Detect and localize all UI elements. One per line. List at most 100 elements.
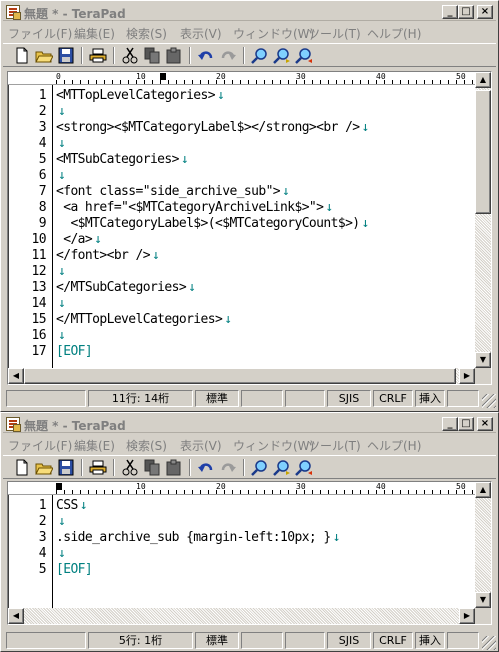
line-content: </MTSubCategories> [56,280,187,295]
find-icon[interactable] [251,459,269,476]
undo-icon[interactable] [197,47,215,64]
new-file-icon[interactable] [13,47,31,64]
terapad-app-icon[interactable] [6,417,21,432]
print-icon[interactable] [89,47,107,64]
newline-mark-icon: ↓ [58,168,66,183]
maximize-button[interactable]: □ [458,417,474,431]
scroll-down-icon[interactable]: ▼ [475,352,491,368]
menu-window[interactable]: ウィンドウ(W) [233,437,314,454]
scroll-left-icon[interactable]: ◀ [8,368,24,384]
scroll-up-icon[interactable]: ▲ [475,72,491,88]
line-text[interactable]: [EOF] [56,562,93,577]
line-text[interactable]: ↓ [56,136,66,151]
undo-icon[interactable] [197,459,215,476]
maximize-button[interactable]: □ [458,5,474,19]
menu-tools[interactable]: ツール(T) [308,25,361,42]
find-previous-icon[interactable] [295,47,313,64]
menu-search[interactable]: 検索(S) [126,437,167,454]
menu-help[interactable]: ヘルプ(H) [367,25,421,42]
title-bar[interactable]: 無題 * - TeraPad _ □ × [3,415,496,433]
find-next-icon[interactable] [273,47,291,64]
menu-edit[interactable]: 編集(E) [74,25,115,42]
save-icon[interactable] [57,459,75,476]
print-icon[interactable] [89,459,107,476]
vertical-scrollbar[interactable]: ▲ ▼ [475,72,491,368]
line-text[interactable]: ↓ [56,104,66,119]
resize-grip-icon[interactable] [482,636,496,650]
horizontal-scrollbar[interactable]: ◀ ▶ [8,368,475,384]
status-insert-mode: 挿入 [415,632,445,649]
save-icon[interactable] [57,47,75,64]
line-number: 2 [38,104,47,119]
scroll-right-icon[interactable]: ▶ [459,368,475,384]
line-text[interactable]: ↓ [56,264,66,279]
terapad-app-icon[interactable] [6,5,21,20]
horizontal-scrollbar[interactable]: ◀ ▶ [8,608,475,624]
status-bar: 5行: 1桁 標準 SJIS CRLF 挿入 [3,631,496,650]
find-icon[interactable] [251,47,269,64]
line-text[interactable]: <MTTopLevelCategories> ↓ [56,88,225,103]
menu-help[interactable]: ヘルプ(H) [367,437,421,454]
cut-icon[interactable] [121,459,139,476]
find-previous-icon[interactable] [295,459,313,476]
text-editor[interactable]: 0 10 20 30 40 50 1 <MTTopLevelCategories>… [7,71,492,385]
find-next-icon[interactable] [273,459,291,476]
scroll-down-icon[interactable]: ▼ [475,592,491,608]
line-text[interactable]: ↓ [56,168,66,183]
cut-icon[interactable] [121,47,139,64]
minimize-button[interactable]: _ [442,417,458,431]
copy-icon[interactable] [143,47,161,64]
scroll-left-icon[interactable]: ◀ [8,608,24,624]
copy-icon[interactable] [143,459,161,476]
line-content: CSS [56,498,78,513]
menu-tools[interactable]: ツール(T) [308,437,361,454]
menu-window[interactable]: ウィンドウ(W) [233,25,314,42]
scroll-right-icon[interactable]: ▶ [459,608,475,624]
open-folder-icon[interactable] [35,47,53,64]
line-text[interactable]: </a> ↓ [56,232,102,247]
paste-icon[interactable] [165,47,183,64]
paste-icon[interactable] [165,459,183,476]
text-editor[interactable]: 0 10 20 30 40 50 1CSS↓2↓3.side_archive_s… [7,481,492,625]
line-text[interactable]: ↓ [56,514,66,529]
line-text[interactable]: <a href="<$MTCategoryArchiveLink$>"> ↓ [56,200,333,215]
line-text[interactable]: <$MTCategoryLabel$>(<$MTCategoryCount$>)… [56,216,369,231]
redo-icon[interactable] [219,47,237,64]
toolbar [3,43,496,67]
close-button[interactable]: × [477,5,493,19]
line-text[interactable]: ↓ [56,296,66,311]
line-text[interactable]: </MTSubCategories> ↓ [56,280,196,295]
new-file-icon[interactable] [13,459,31,476]
resize-grip-icon[interactable] [482,394,496,408]
line-text[interactable]: ↓ [56,328,66,343]
line-text[interactable]: [EOF] [56,344,93,359]
menu-search[interactable]: 検索(S) [126,25,167,42]
menu-view[interactable]: 表示(V) [180,437,222,454]
line-number: 10 [31,232,47,247]
minimize-button[interactable]: _ [442,5,458,19]
vertical-scrollbar[interactable]: ▲ ▼ [475,482,491,608]
menu-file[interactable]: ファイル(F) [8,25,72,42]
close-button[interactable]: × [477,417,493,431]
scroll-up-icon[interactable]: ▲ [475,482,491,498]
horizontal-scroll-thumb[interactable] [24,368,456,384]
line-text[interactable]: <font class="side_archive_sub"> ↓ [56,184,290,199]
menu-edit[interactable]: 編集(E) [74,437,115,454]
line-number: 5 [38,562,47,577]
line-text[interactable]: ↓ [56,546,66,561]
line-text[interactable]: <strong><$MTCategoryLabel$></strong><br … [56,120,369,135]
menu-file[interactable]: ファイル(F) [8,437,72,454]
open-folder-icon[interactable] [35,459,53,476]
redo-icon[interactable] [219,459,237,476]
menu-bar: ファイル(F) 編集(E) 検索(S) 表示(V) ウィンドウ(W) ツール(T… [3,434,496,453]
menu-view[interactable]: 表示(V) [180,25,222,42]
line-content: <strong><$MTCategoryLabel$></strong><br … [56,120,360,135]
line-text[interactable]: </font><br /> ↓ [56,248,160,263]
line-text[interactable]: </MTTopLevelCategories> ↓ [56,312,232,327]
line-text[interactable]: CSS ↓ [56,498,88,513]
line-text[interactable]: .side_archive_sub {margin-left:10px; } ↓ [56,530,340,545]
line-text[interactable]: <MTSubCategories> ↓ [56,152,189,167]
vertical-scroll-thumb[interactable] [475,90,491,214]
line-number: 6 [38,168,47,183]
title-bar[interactable]: 無題 * - TeraPad _ □ × [3,3,496,21]
